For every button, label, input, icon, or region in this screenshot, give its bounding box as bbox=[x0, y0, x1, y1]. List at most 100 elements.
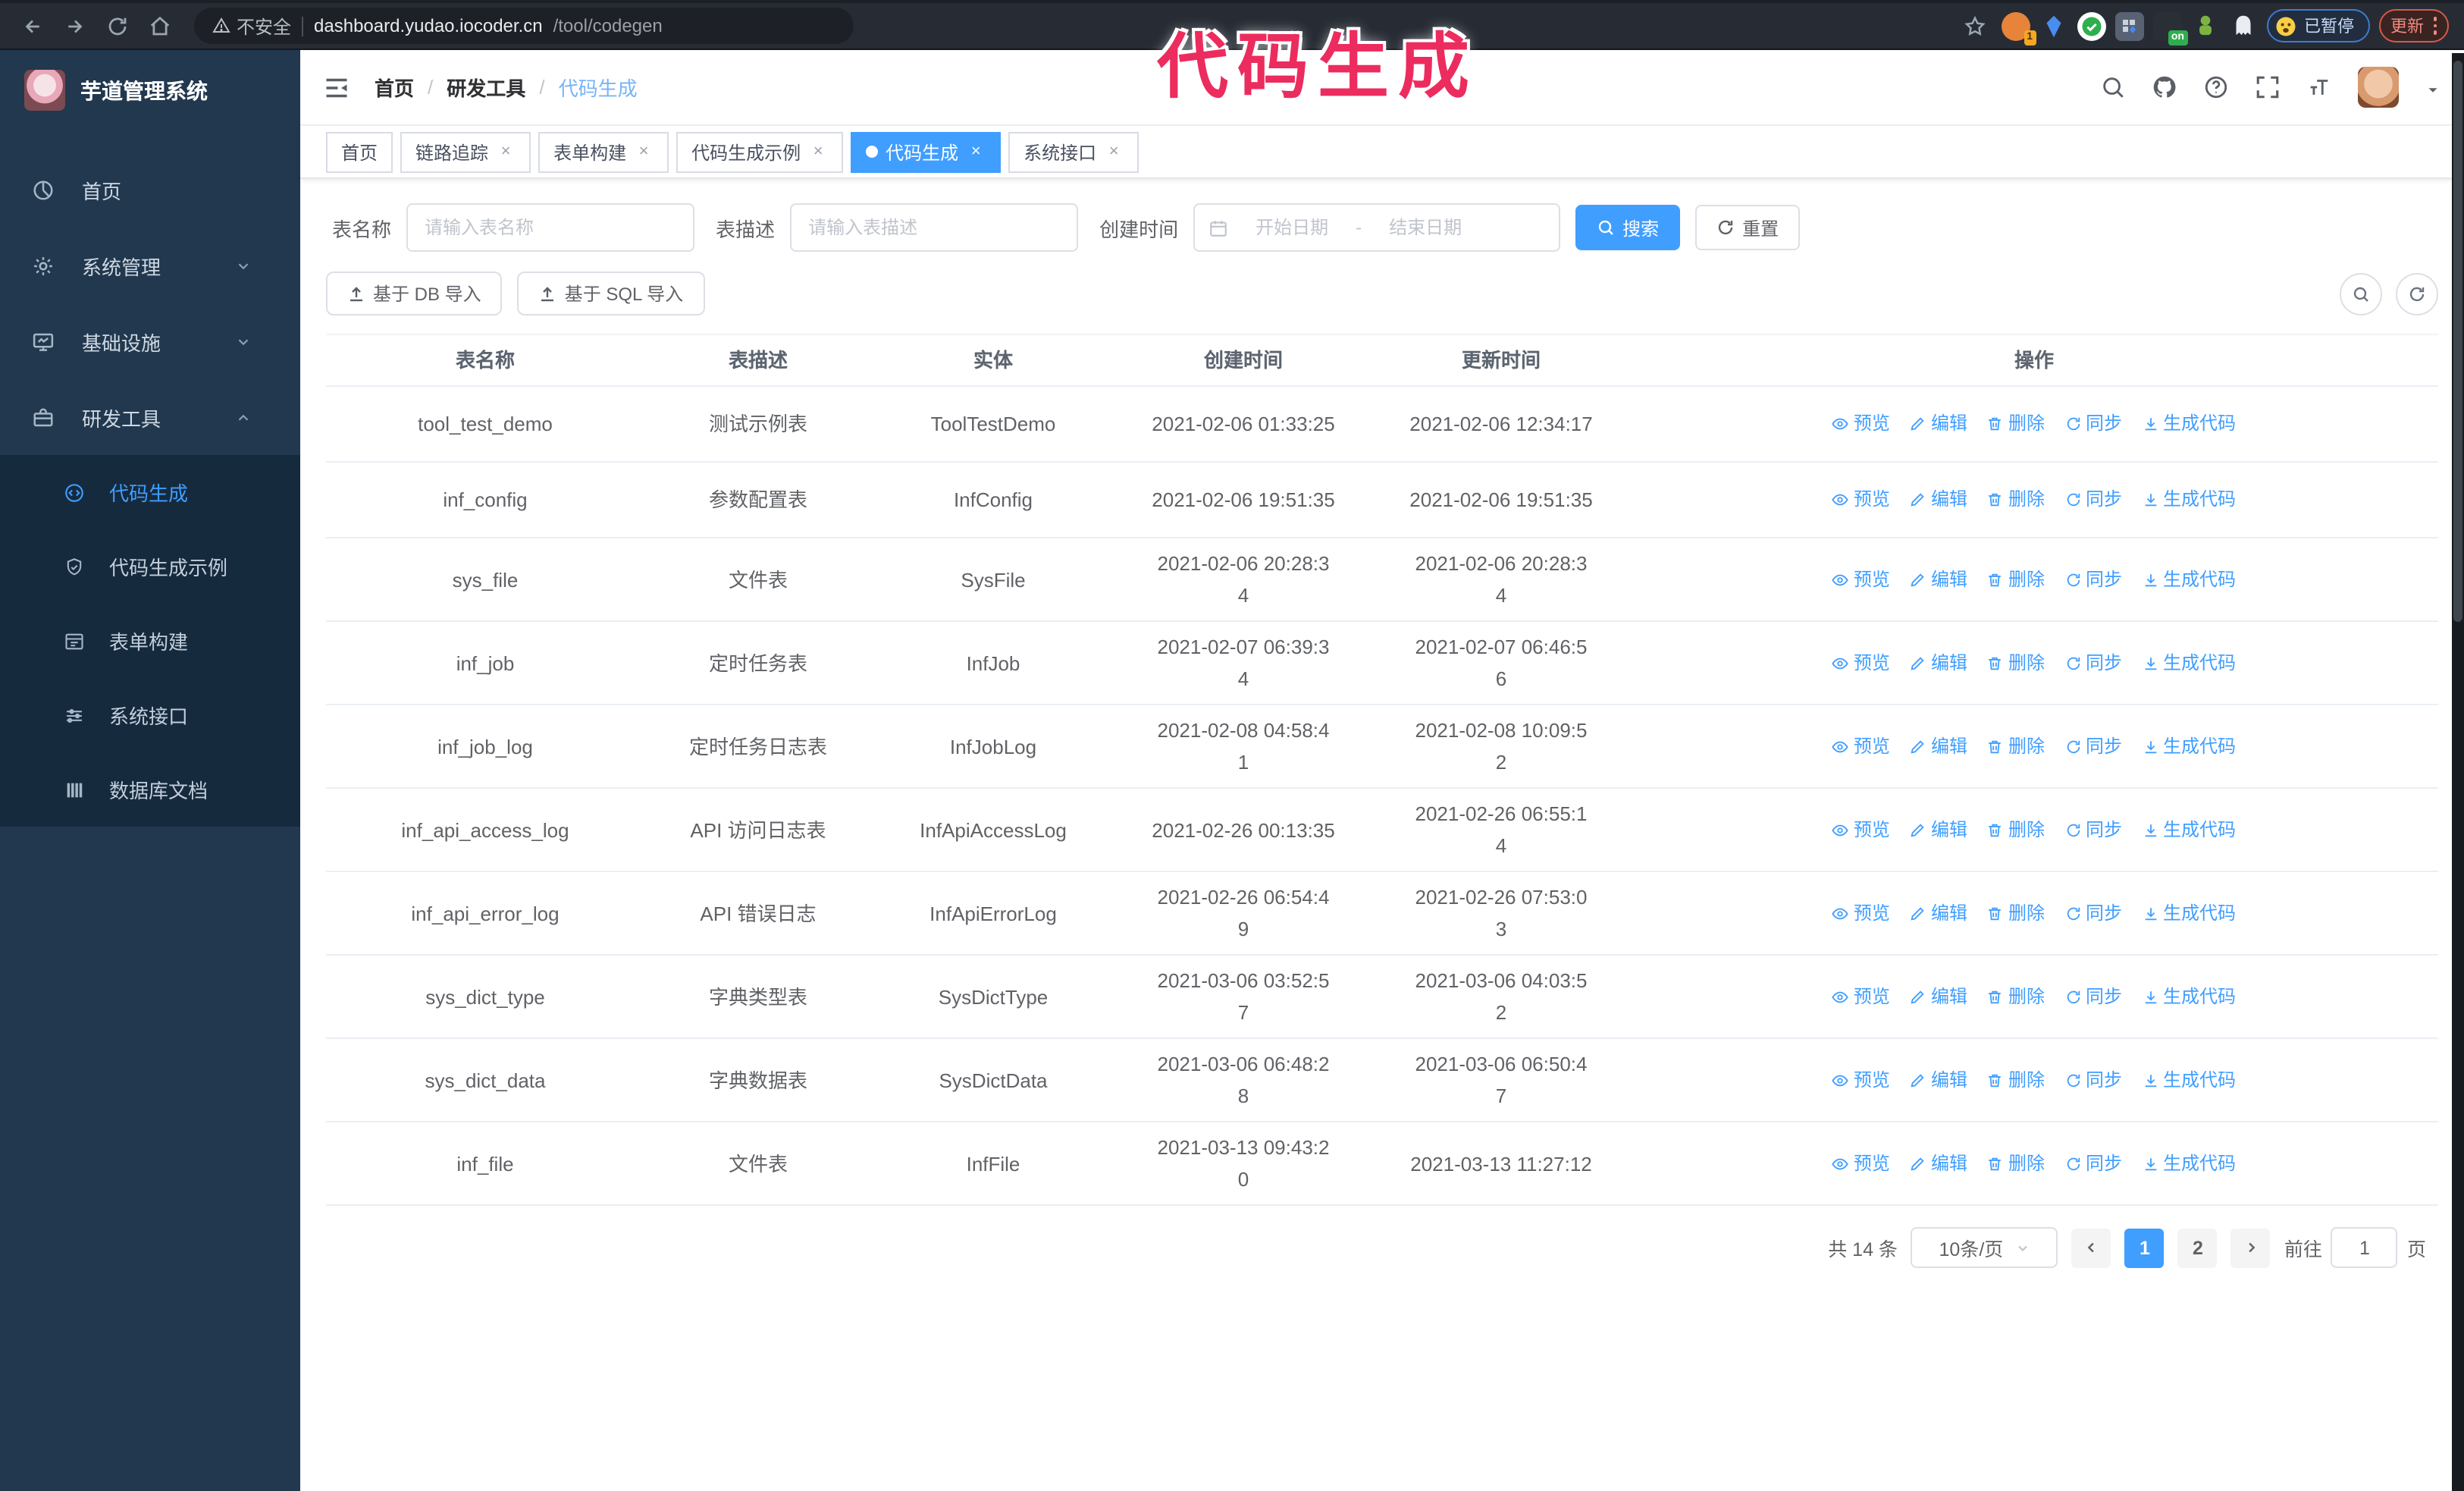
action-edit[interactable]: 编辑 bbox=[1910, 408, 1967, 440]
action-edit[interactable]: 编辑 bbox=[1910, 563, 1967, 595]
bookmark-star-icon[interactable] bbox=[1958, 9, 1992, 42]
menu-fold-icon[interactable] bbox=[323, 74, 350, 101]
action-download[interactable]: 生成代码 bbox=[2142, 647, 2236, 679]
action-edit[interactable]: 编辑 bbox=[1910, 1064, 1967, 1096]
next-page-button[interactable] bbox=[2230, 1228, 2271, 1267]
action-download[interactable]: 生成代码 bbox=[2142, 408, 2236, 440]
action-sync[interactable]: 同步 bbox=[2064, 814, 2122, 846]
end-date-input[interactable] bbox=[1371, 217, 1481, 238]
search-icon[interactable] bbox=[2100, 74, 2126, 100]
action-download[interactable]: 生成代码 bbox=[2142, 814, 2236, 846]
tab-tag[interactable]: 系统接口 × bbox=[1008, 131, 1140, 172]
goto-page-input[interactable] bbox=[2331, 1227, 2398, 1268]
action-sync[interactable]: 同步 bbox=[2064, 897, 2122, 929]
action-eye[interactable]: 预览 bbox=[1832, 484, 1890, 516]
sidebar-item[interactable]: 首页 bbox=[0, 152, 300, 228]
close-icon[interactable]: × bbox=[634, 142, 654, 162]
table-desc-input[interactable] bbox=[790, 203, 1079, 252]
action-sync[interactable]: 同步 bbox=[2064, 1064, 2122, 1096]
page-number-button[interactable]: 2 bbox=[2177, 1228, 2218, 1267]
start-date-input[interactable] bbox=[1237, 217, 1347, 238]
action-delete[interactable]: 删除 bbox=[1987, 484, 2045, 516]
action-sync[interactable]: 同步 bbox=[2064, 981, 2122, 1012]
tab-tag[interactable]: 代码生成 × bbox=[851, 131, 1002, 172]
extension-icon-orange[interactable]: 1 bbox=[2001, 11, 2036, 45]
github-icon[interactable] bbox=[2152, 74, 2177, 100]
action-delete[interactable]: 删除 bbox=[1987, 814, 2045, 846]
caret-down-icon[interactable] bbox=[2425, 79, 2441, 96]
action-download[interactable]: 生成代码 bbox=[2142, 981, 2236, 1012]
action-eye[interactable]: 预览 bbox=[1832, 408, 1890, 440]
action-sync[interactable]: 同步 bbox=[2064, 408, 2122, 440]
back-icon[interactable] bbox=[15, 9, 49, 42]
sidebar-item[interactable]: 基础设施 bbox=[0, 303, 300, 379]
scrollbar-thumb[interactable] bbox=[2453, 61, 2462, 622]
profile-paused-badge[interactable]: 已暂停 bbox=[2266, 9, 2369, 42]
fullscreen-icon[interactable] bbox=[2255, 74, 2281, 100]
page-number-button[interactable]: 1 bbox=[2124, 1228, 2165, 1267]
extension-icon-ghost[interactable] bbox=[2228, 11, 2257, 40]
action-sync[interactable]: 同步 bbox=[2064, 730, 2122, 762]
action-eye[interactable]: 预览 bbox=[1832, 1147, 1890, 1179]
action-sync[interactable]: 同步 bbox=[2064, 647, 2122, 679]
action-eye[interactable]: 预览 bbox=[1832, 897, 1890, 929]
close-icon[interactable]: × bbox=[966, 142, 986, 162]
action-eye[interactable]: 预览 bbox=[1832, 1064, 1890, 1096]
sidebar-subitem[interactable]: 代码生成示例 bbox=[0, 529, 300, 604]
extension-icon-dark[interactable]: on bbox=[2152, 11, 2187, 45]
help-icon[interactable] bbox=[2203, 74, 2229, 100]
action-delete[interactable]: 删除 bbox=[1987, 897, 2045, 929]
sidebar-subitem[interactable]: 数据库文档 bbox=[0, 752, 300, 827]
sql-import-button[interactable]: 基于 SQL 导入 bbox=[517, 272, 705, 315]
action-edit[interactable]: 编辑 bbox=[1910, 1147, 1967, 1179]
action-delete[interactable]: 删除 bbox=[1987, 1147, 2045, 1179]
show-search-button[interactable] bbox=[2340, 272, 2382, 315]
action-sync[interactable]: 同步 bbox=[2064, 484, 2122, 516]
sidebar-item[interactable]: 研发工具 bbox=[0, 379, 300, 455]
font-size-icon[interactable] bbox=[2306, 74, 2332, 100]
user-avatar[interactable] bbox=[2358, 67, 2399, 108]
breadcrumb-item[interactable]: 研发工具 bbox=[447, 73, 525, 102]
close-icon[interactable]: × bbox=[1104, 142, 1124, 162]
action-eye[interactable]: 预览 bbox=[1832, 814, 1890, 846]
extension-icon-droid[interactable] bbox=[2190, 11, 2219, 40]
tab-tag[interactable]: 链路追踪 × bbox=[400, 131, 531, 172]
action-edit[interactable]: 编辑 bbox=[1910, 647, 1967, 679]
action-download[interactable]: 生成代码 bbox=[2142, 484, 2236, 516]
action-download[interactable]: 生成代码 bbox=[2142, 1147, 2236, 1179]
tab-tag[interactable]: 首页 bbox=[326, 131, 393, 172]
sidebar-subitem[interactable]: 代码生成 bbox=[0, 455, 300, 529]
action-sync[interactable]: 同步 bbox=[2064, 563, 2122, 595]
extension-icon-grid[interactable] bbox=[2114, 11, 2143, 40]
action-download[interactable]: 生成代码 bbox=[2142, 563, 2236, 595]
action-delete[interactable]: 删除 bbox=[1987, 981, 2045, 1012]
security-warning[interactable]: 不安全 bbox=[212, 13, 291, 39]
search-button[interactable]: 搜索 bbox=[1575, 205, 1681, 250]
reload-icon[interactable] bbox=[100, 9, 133, 42]
reset-button[interactable]: 重置 bbox=[1695, 205, 1801, 250]
action-download[interactable]: 生成代码 bbox=[2142, 897, 2236, 929]
action-sync[interactable]: 同步 bbox=[2064, 1147, 2122, 1179]
browser-scrollbar[interactable] bbox=[2452, 53, 2464, 1491]
sidebar-logo-row[interactable]: 芋道管理系统 bbox=[0, 50, 300, 130]
update-button[interactable]: 更新 bbox=[2378, 9, 2449, 42]
action-edit[interactable]: 编辑 bbox=[1910, 981, 1967, 1012]
prev-page-button[interactable] bbox=[2071, 1228, 2111, 1267]
action-eye[interactable]: 预览 bbox=[1832, 981, 1890, 1012]
db-import-button[interactable]: 基于 DB 导入 bbox=[326, 272, 503, 315]
action-edit[interactable]: 编辑 bbox=[1910, 897, 1967, 929]
home-icon[interactable] bbox=[143, 9, 176, 42]
action-edit[interactable]: 编辑 bbox=[1910, 484, 1967, 516]
sidebar-item[interactable]: 系统管理 bbox=[0, 228, 300, 303]
refresh-button[interactable] bbox=[2396, 272, 2438, 315]
action-edit[interactable]: 编辑 bbox=[1910, 730, 1967, 762]
action-download[interactable]: 生成代码 bbox=[2142, 730, 2236, 762]
browser-menu-icon[interactable] bbox=[2433, 17, 2437, 35]
close-icon[interactable]: × bbox=[808, 142, 828, 162]
close-icon[interactable]: × bbox=[496, 142, 516, 162]
action-delete[interactable]: 删除 bbox=[1987, 1064, 2045, 1096]
date-range-picker[interactable]: - bbox=[1193, 203, 1561, 252]
page-size-select[interactable]: 10条/页 bbox=[1911, 1227, 2058, 1268]
breadcrumb-item[interactable]: 首页 bbox=[375, 73, 414, 102]
action-eye[interactable]: 预览 bbox=[1832, 563, 1890, 595]
